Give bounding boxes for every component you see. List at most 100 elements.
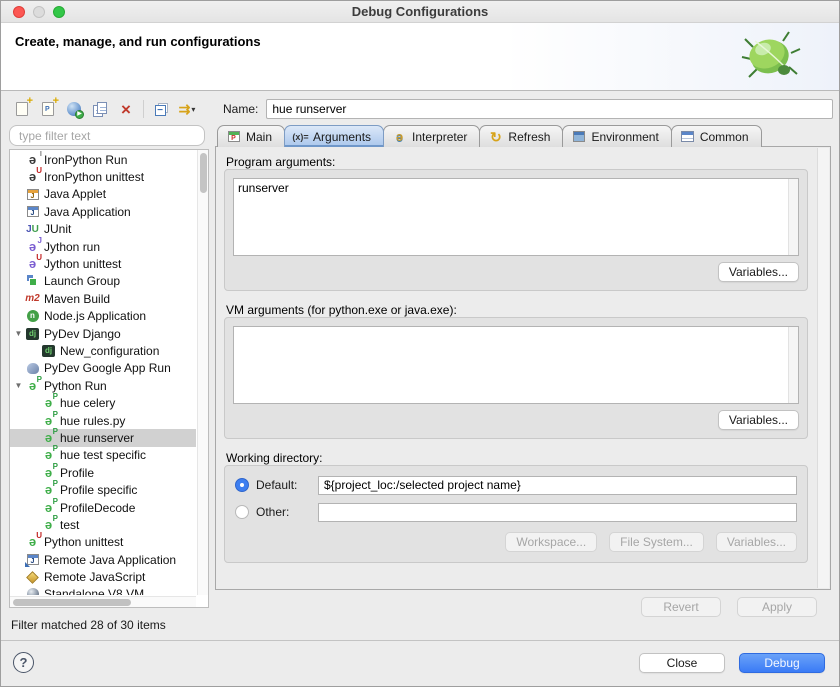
tree-item[interactable]: əUJython unittest [10,255,196,272]
python-snake-icon: əJ [25,240,40,254]
filter-icon: ⇉ [179,102,191,116]
tree-item-label: Profile specific [60,483,137,497]
vm-arguments-group: Variables... [224,317,808,439]
tree-item[interactable]: JJava Applet [10,186,196,203]
tree-item-label: IronPython unittest [44,170,144,184]
tree-horizontal-scrollbar[interactable] [10,596,196,607]
tab-arguments[interactable]: (x)=Arguments [284,125,384,147]
python-snake-icon: əI [25,153,40,167]
apply-button[interactable]: Apply [737,597,817,617]
tab-label: Interpreter [412,130,467,144]
tree-vertical-scrollbar[interactable] [197,150,208,595]
tree-item[interactable]: əPhue test specific [10,447,196,464]
maven-icon: m2 [25,292,40,306]
tree-item-label: Jython run [44,240,100,254]
tree-item[interactable]: əPProfileDecode [10,499,196,516]
tree-item[interactable]: JRemote Java Application [10,551,196,568]
tree-item-label: Python unittest [44,535,123,549]
tree-item[interactable]: m2 Maven Build [10,290,196,307]
django-icon: dj [25,327,40,341]
tree-item-label: hue rules.py [60,414,125,428]
tree-item-label: Launch Group [44,274,120,288]
other-radio[interactable] [235,505,249,519]
collapse-all-icon: − [155,103,168,116]
titlebar[interactable]: Debug Configurations [1,1,839,23]
name-label: Name: [223,102,258,116]
tree-item[interactable]: JJava Application [10,203,196,220]
delete-button[interactable]: × [117,100,135,118]
debug-button[interactable]: Debug [739,653,825,673]
default-radio[interactable] [235,478,249,492]
tree-item-label: ProfileDecode [60,501,135,515]
default-directory-input[interactable] [318,476,797,495]
configurations-tree[interactable]: əIIronPython RunəUIronPython unittestJJa… [9,149,209,608]
tree-item-label: Profile [60,466,94,480]
vm-arguments-textarea[interactable] [233,326,799,404]
tree-item-label: hue runserver [60,431,134,445]
tree-item[interactable]: Launch Group [10,273,196,290]
tab-label: Environment [591,130,658,144]
revert-button[interactable]: Revert [641,597,721,617]
filesystem-button[interactable]: File System... [609,532,704,552]
program-arguments-textarea[interactable]: runserver [233,178,799,256]
filter-input[interactable] [9,125,205,146]
python-snake-icon: əP [41,466,56,480]
python-snake-icon: əU [25,170,40,184]
tree-item[interactable]: əUPython unittest [10,534,196,551]
tab-environment[interactable]: Environment [562,125,671,147]
filter-status-text: Filter matched 28 of 30 items [11,618,166,632]
textarea-scrollbar[interactable] [788,179,798,255]
window-title: Debug Configurations [1,4,839,19]
name-input[interactable] [266,99,833,119]
tab-interpreter[interactable]: ə Interpreter [383,125,480,147]
tree-item-selected[interactable]: əP hue runserver [10,429,196,446]
textarea-scrollbar[interactable] [788,327,798,403]
close-button[interactable]: Close [639,653,725,673]
help-button[interactable]: ? [13,652,34,673]
tree-item[interactable]: nNode.js Application [10,308,196,325]
duplicate-button[interactable] [91,100,109,118]
tree-item-label: Maven Build [44,292,110,306]
tree-item[interactable]: əP Profile [10,464,196,481]
program-variables-button[interactable]: Variables... [718,262,799,282]
tab-main[interactable]: PMain [217,125,285,147]
tab-refresh[interactable]: ↻Refresh [479,125,563,147]
panel-scrollbar[interactable] [817,148,829,588]
python-snake-icon: əP [41,448,56,462]
tree-item[interactable]: Remote JavaScript [10,568,196,585]
tree-item-label: JUnit [44,222,71,236]
tree-item[interactable]: əPProfile specific [10,481,196,498]
other-directory-input[interactable] [318,503,797,522]
tree-item[interactable]: djNew_configuration [10,342,196,359]
tab-common[interactable]: Common [671,125,762,147]
tree-item[interactable]: əPhue rules.py [10,412,196,429]
filter-configurations-button[interactable]: ⇉▾ [178,100,196,118]
tree-item-label: Node.js Application [44,309,146,323]
export-configurations-button[interactable]: ▶ [65,100,83,118]
duplicate-icon [93,102,107,117]
tree-item-label: Remote Java Application [44,553,176,567]
vm-arguments-label: VM arguments (for python.exe or java.exe… [226,303,457,317]
tab-bar: PMain(x)=Arguments ə Interpreter ↻Refresh En… [217,125,761,147]
working-directory-group: Default: Other: Workspace... File System… [224,465,808,563]
header-banner: Create, manage, and run configurations [1,23,839,91]
tree-item-label: Java Applet [44,187,106,201]
expand-triangle-icon[interactable]: ▼ [12,381,25,390]
collapse-all-button[interactable]: − [152,100,170,118]
interpreter-icon: ə [392,130,407,143]
tab-label: Common [700,130,749,144]
vm-variables-button[interactable]: Variables... [718,410,799,430]
new-prototype-button[interactable]: P+ [39,100,57,118]
tree-item[interactable]: ▼djPyDev Django [10,325,196,342]
tree-item[interactable]: Standalone V8 VM [10,586,196,595]
tree-item[interactable]: ▼əPPython Run [10,377,196,394]
expand-triangle-icon[interactable]: ▼ [12,329,25,338]
tree-item[interactable]: əU IronPython unittest [10,168,196,185]
tree-item-label: test [60,518,79,532]
python-snake-icon: əP [41,431,56,445]
banner-heading: Create, manage, and run configurations [15,34,261,49]
wd-variables-button[interactable]: Variables... [716,532,797,552]
new-configuration-button[interactable]: + [13,100,31,118]
tree-item[interactable]: əPhue celery [10,394,196,411]
workspace-button[interactable]: Workspace... [505,532,597,552]
